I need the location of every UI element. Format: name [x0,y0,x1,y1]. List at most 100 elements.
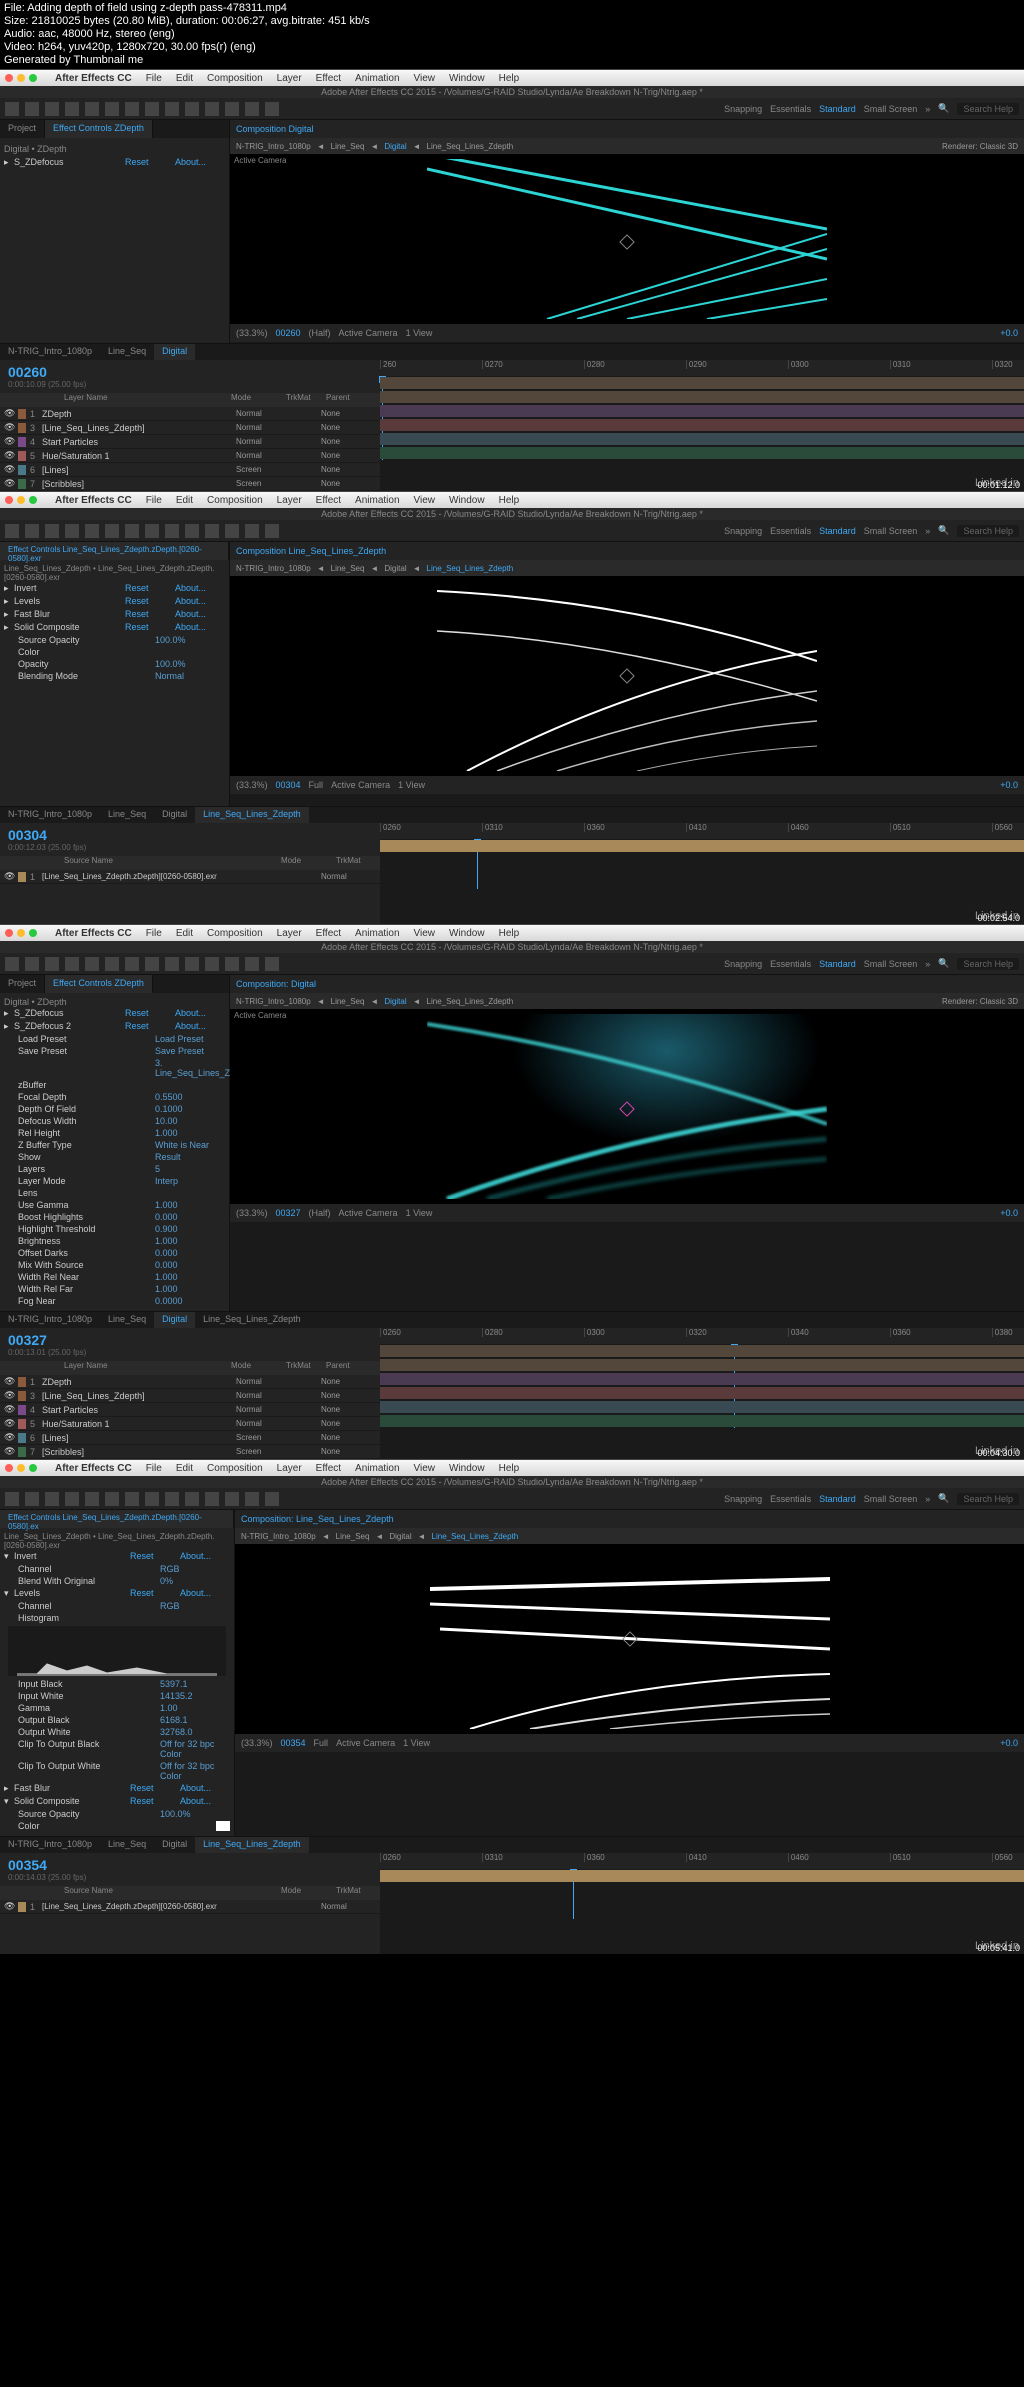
menu-animation[interactable]: Animation [355,73,399,84]
layer-row[interactable]: 👁1ZDepthNormalNone [0,407,380,421]
app-menu: After Effects CC File Edit Composition L… [55,73,519,84]
effect-controls-tab[interactable]: Effect Controls ZDepth [45,120,153,138]
res-display[interactable]: (Half) [309,328,331,338]
main-toolbar: Snapping Essentials Standard Small Scree… [0,520,1024,542]
stamp-tool[interactable] [205,102,219,116]
effect-controls-tab[interactable]: Effect Controls Line_Seq_Lines_Zdepth.zD… [0,542,229,560]
comp-path: Digital • ZDepth [4,142,225,156]
tl-tab[interactable]: Line_Seq [100,344,154,360]
eraser-tool[interactable] [225,102,239,116]
file-size: Size: 21810025 bytes (20.80 MiB), durati… [4,15,1020,28]
col-trk: TrkMat [286,393,326,407]
zoom-dot[interactable] [29,74,37,82]
zoom-level[interactable]: (33.3%) [236,328,268,338]
tl-tab[interactable]: Digital [154,344,195,360]
layer-row[interactable]: 👁7[Scribbles]ScreenNone [0,1445,380,1459]
file-generator: Generated by Thumbnail me [4,54,1020,67]
layer-row[interactable]: 👁3[Line_Seq_Lines_Zdepth]NormalNone [0,1389,380,1403]
frame-display[interactable]: 00260 [276,328,301,338]
active-camera-label: Active Camera [234,156,286,165]
file-path: File: Adding depth of field using z-dept… [4,2,1020,15]
zoom-tool[interactable] [45,102,59,116]
ws-small[interactable]: Small Screen [864,104,918,114]
viewport[interactable]: Active Camera [230,1009,1024,1204]
viewport[interactable] [230,576,1024,776]
video-timestamp: 00:01:12.0 [977,480,1020,490]
ae-instance-4: After Effects CC FileEdit CompositionLay… [0,1459,1024,1954]
preview-panel: Composition Digital N-TRIG_Intro_1080p◄ … [230,120,1024,343]
layer-row[interactable]: 👁5Hue/Saturation 1NormalNone [0,1417,380,1431]
view-display[interactable]: 1 View [406,328,433,338]
file-video: Video: h264, yuv420p, 1280x720, 30.00 fp… [4,41,1020,54]
bc-item[interactable]: Line_Seq_Lines_Zdepth [427,142,514,151]
main-toolbar: Snapping Essentials Standard Small Scree… [0,98,1024,120]
text-tool[interactable] [165,102,179,116]
pan-behind-tool[interactable] [105,102,119,116]
rotate-tool[interactable] [65,102,79,116]
menu-effect[interactable]: Effect [316,73,341,84]
expand-icon[interactable]: ▸ [4,157,14,168]
ae-instance-2: After Effects CC FileEdit CompositionLay… [0,491,1024,924]
viewport[interactable] [235,1544,1024,1734]
menu-composition[interactable]: Composition [207,73,263,84]
tl-tab[interactable]: N-TRIG_Intro_1080p [0,344,100,360]
layer-row[interactable]: 👁4Start ParticlesNormalNone [0,435,380,449]
frame-time: 0:00:10.09 (25.00 fps) [8,380,372,389]
project-tab[interactable]: Project [0,120,45,138]
puppet-tool[interactable] [265,102,279,116]
snapping-toggle[interactable]: Snapping [724,104,762,114]
comp-label[interactable]: Composition Digital [236,124,314,134]
menu-ae[interactable]: After Effects CC [55,73,132,84]
cam-display[interactable]: Active Camera [339,328,398,338]
timeline: N-TRIG_Intro_1080p Line_Seq Digital 0026… [0,343,1024,491]
layer-row[interactable]: 👁4Start ParticlesNormalNone [0,1403,380,1417]
ws-more-icon[interactable]: » [925,104,930,114]
frame-number[interactable]: 00260 [8,364,47,380]
menu-window[interactable]: Window [449,73,485,84]
search-icon[interactable]: 🔍 [938,103,949,114]
layer-row[interactable]: 👁6[Lines]ScreenNone [0,1431,380,1445]
mac-menubar: After Effects CC File Edit Composition L… [0,70,1024,86]
col-mode: Mode [231,393,286,407]
selection-tool[interactable] [5,102,19,116]
layer-row[interactable]: 👁3[Line_Seq_Lines_Zdepth]NormalNone [0,421,380,435]
layer-row[interactable]: 👁1ZDepthNormalNone [0,1375,380,1389]
timeline-tracks[interactable]: 260027002800290030003100320 Linked in 00… [380,360,1024,491]
minimize-dot[interactable] [17,74,25,82]
about-link[interactable]: About... [175,157,225,168]
breadcrumb: N-TRIG_Intro_1080p◄ Line_Seq◄ Digital◄ L… [230,138,1024,154]
menu-layer[interactable]: Layer [277,73,302,84]
col-parent: Parent [326,393,376,407]
hand-tool[interactable] [25,102,39,116]
search-help[interactable]: Search Help [957,103,1019,115]
layer-row[interactable]: 👁6[Lines]ScreenNone [0,463,380,477]
brush-tool[interactable] [185,102,199,116]
renderer-label[interactable]: Renderer: Classic 3D [942,142,1018,151]
pen-tool[interactable] [145,102,159,116]
workspace-tabs: Snapping Essentials Standard Small Scree… [724,103,1019,115]
bc-item[interactable]: Digital [384,142,406,151]
menu-help[interactable]: Help [499,73,520,84]
angle-display[interactable]: +0.0 [1000,328,1018,338]
menu-view[interactable]: View [414,73,436,84]
ws-standard[interactable]: Standard [819,104,856,114]
layer-row[interactable]: 👁7[Scribbles]ScreenNone [0,477,380,491]
camera-tool[interactable] [85,102,99,116]
left-panel: Effect Controls Line_Seq_Lines_Zdepth.zD… [0,542,230,806]
menu-file[interactable]: File [146,73,162,84]
menu-edit[interactable]: Edit [176,73,193,84]
roto-tool[interactable] [245,102,259,116]
effect-name[interactable]: S_ZDefocus [14,157,125,168]
bc-item[interactable]: N-TRIG_Intro_1080p [236,142,311,151]
ws-essentials[interactable]: Essentials [770,104,811,114]
file-audio: Audio: aac, 48000 Hz, stereo (eng) [4,28,1020,41]
rect-tool[interactable] [125,102,139,116]
window-controls[interactable] [5,74,37,82]
close-dot[interactable] [5,74,13,82]
viewport[interactable]: Active Camera [230,154,1024,324]
col-name: Layer Name [64,393,231,407]
layer-row[interactable]: 👁5Hue/Saturation 1NormalNone [0,449,380,463]
bc-item[interactable]: Line_Seq [331,142,365,151]
histogram[interactable] [8,1626,226,1676]
reset-link[interactable]: Reset [125,157,175,168]
